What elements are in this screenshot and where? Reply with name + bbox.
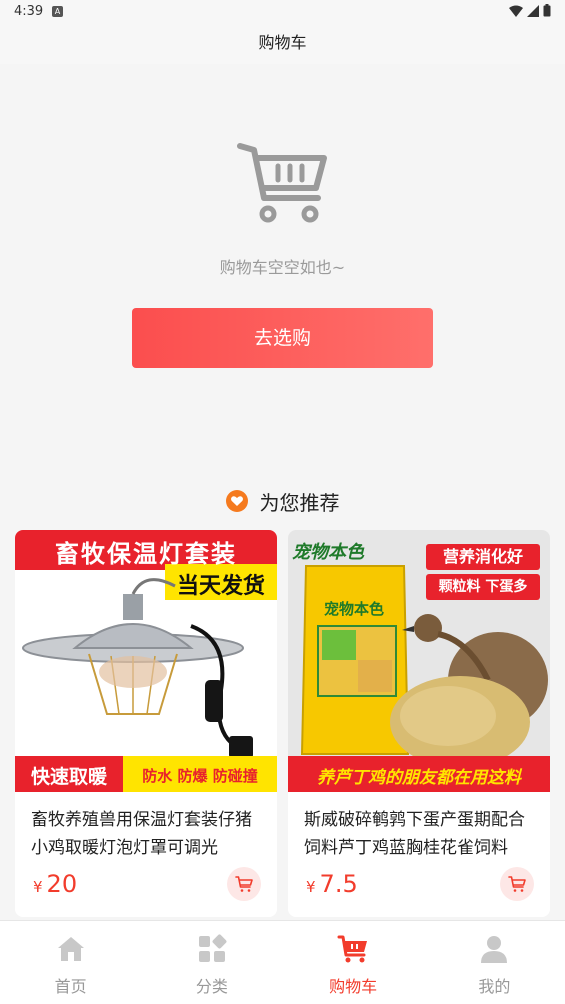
battery-icon: [543, 4, 551, 17]
home-icon: [57, 937, 84, 961]
go-shopping-button[interactable]: 去选购: [132, 308, 433, 368]
banner-bottom-text: 养芦丁鸡的朋友都在用这料: [317, 768, 521, 788]
empty-cart-section: 购物车空空如也~ 去选购: [0, 64, 565, 464]
tab-category[interactable]: 分类: [141, 921, 282, 1004]
tag-digest: 营养消化好: [426, 544, 540, 570]
wifi-icon: [509, 5, 523, 17]
product-price: ¥7.5: [306, 870, 358, 898]
empty-cart-icon: [237, 143, 327, 223]
tab-label: 我的: [478, 977, 511, 996]
product-name[interactable]: 斯威破碎鹌鹑下蛋产蛋期配合饲料芦丁鸡蓝胸桂花雀饲料: [304, 806, 536, 862]
status-time: 4:39: [14, 4, 44, 19]
status-icons: [509, 4, 551, 17]
price-value: 20: [46, 870, 78, 898]
status-bar: 4:39 A: [0, 0, 565, 24]
cart-icon: [508, 876, 526, 892]
currency-symbol: ¥: [306, 878, 316, 896]
tab-profile[interactable]: 我的: [424, 921, 565, 1004]
add-to-cart-button[interactable]: [500, 867, 534, 901]
banner-top-text: 畜牧保温灯套装: [55, 540, 237, 568]
tab-label: 分类: [195, 977, 228, 996]
heart-icon: [225, 490, 248, 512]
product-image[interactable]: 宠物本色 宠物本色 营养消化好 颗粒料 下蛋多 养芦丁鸡的朋友都在用这料: [288, 530, 550, 792]
signal-icon: [527, 4, 539, 17]
banner-bottom-left-text: 快速取暖: [30, 766, 107, 788]
page-title: 购物车: [258, 33, 307, 52]
cart-icon: [337, 935, 368, 963]
category-icon: [198, 934, 227, 962]
banner-tag-text: 当天发货: [176, 574, 265, 599]
banner-bottom-right-text: 防水 防爆 防碰撞: [142, 767, 258, 785]
bottom-tab-bar: 首页 分类 购物车 我的: [0, 920, 565, 1004]
recommend-title: 为您推荐: [259, 490, 340, 515]
notification-icon: A: [52, 6, 63, 17]
bag-brand-text: 宠物本色: [324, 600, 384, 618]
top-bar: 购物车: [0, 24, 565, 64]
product-image[interactable]: 畜牧保温灯套装 当天发货 快速取暖 防水 防爆 防碰撞: [15, 530, 277, 792]
currency-symbol: ¥: [33, 878, 43, 896]
recommend-header: 为您推荐: [0, 486, 565, 516]
cart-icon: [235, 876, 253, 892]
tab-label: 首页: [54, 977, 87, 996]
tab-cart[interactable]: 购物车: [283, 921, 424, 1004]
price-value: 7.5: [319, 870, 358, 898]
empty-cart-message: 购物车空空如也~: [219, 258, 346, 277]
add-to-cart-button[interactable]: [227, 867, 261, 901]
product-name[interactable]: 畜牧养殖兽用保温灯套装仔猪小鸡取暖灯泡灯罩可调光: [31, 806, 263, 862]
user-icon: [481, 936, 508, 963]
product-price: ¥20: [33, 870, 77, 898]
tag-pellet: 颗粒料 下蛋多: [426, 574, 540, 600]
brand-text: 宠物本色: [292, 542, 364, 563]
product-card[interactable]: 畜牧保温灯套装 当天发货 快速取暖 防水 防爆 防碰撞 畜牧养殖兽用保温灯套装仔…: [15, 530, 277, 917]
product-card[interactable]: 宠物本色 宠物本色 营养消化好 颗粒料 下蛋多 养芦丁鸡的朋友都在用这料 斯威破…: [288, 530, 550, 917]
tab-label: 购物车: [329, 977, 378, 996]
tab-home[interactable]: 首页: [0, 921, 141, 1004]
